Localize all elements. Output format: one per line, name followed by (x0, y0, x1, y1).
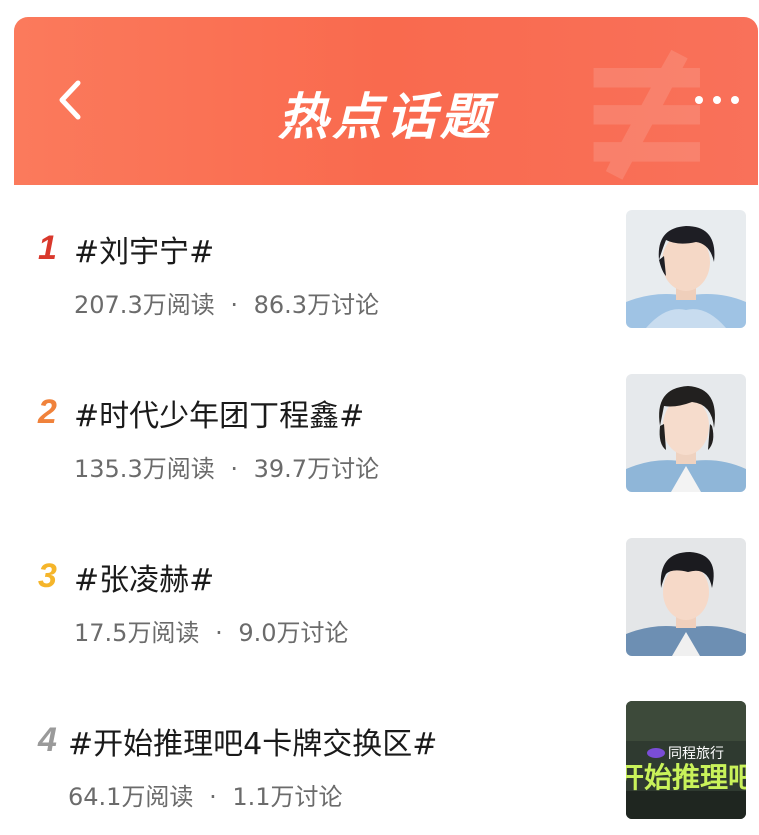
read-count: 64.1万阅读 (68, 783, 194, 811)
page-title: 热点话题 (278, 88, 494, 146)
more-horizontal-icon (695, 96, 739, 104)
topic-stats: 17.5万阅读 · 9.0万讨论 (74, 613, 349, 648)
topic-thumbnail[interactable] (626, 374, 746, 492)
topic-row[interactable]: 1 #刘宇宁# 207.3万阅读 · 86.3万讨论 (0, 185, 759, 349)
topic-title[interactable]: #刘宇宁# (74, 227, 214, 271)
topic-title[interactable]: #开始推理吧4卡牌交换区# (68, 719, 437, 763)
read-count: 207.3万阅读 (74, 291, 215, 319)
topic-title[interactable]: #时代少年团丁程鑫# (74, 391, 364, 435)
promo-title-text: 开始推理吧 (626, 761, 746, 794)
promo-brand-text: 同程旅行 (668, 746, 724, 762)
rank-number: 2 (38, 393, 57, 431)
topic-stats: 207.3万阅读 · 86.3万讨论 (74, 285, 379, 320)
brand-logo-icon (647, 748, 665, 758)
rank-number: 1 (38, 229, 57, 267)
stats-separator: · (230, 291, 238, 319)
topic-stats: 135.3万阅读 · 39.7万讨论 (74, 449, 379, 484)
topic-row[interactable]: 2 #时代少年团丁程鑫# 135.3万阅读 · 39.7万讨论 (0, 349, 759, 513)
more-button[interactable] (690, 85, 744, 115)
portrait-image (626, 538, 746, 656)
discussion-count: 9.0万讨论 (238, 619, 349, 647)
hot-topics-header: ≢ 热点话题 (14, 17, 758, 185)
topic-row[interactable]: 3 #张凌赫# 17.5万阅读 · 9.0万讨论 (0, 513, 759, 677)
promo-thumbnail[interactable]: 同程旅行 开始推理吧 (626, 701, 746, 819)
discussion-count: 1.1万讨论 (232, 783, 343, 811)
discussion-count: 86.3万讨论 (253, 291, 380, 319)
stats-separator: · (209, 783, 217, 811)
topic-row[interactable]: 4 #开始推理吧4卡牌交换区# 64.1万阅读 · 1.1万讨论 同程旅行 开始… (0, 677, 759, 835)
rank-number: 4 (38, 721, 57, 759)
portrait-image (626, 210, 746, 328)
portrait-image (626, 374, 746, 492)
topic-title[interactable]: #张凌赫# (74, 555, 214, 599)
topic-thumbnail[interactable] (626, 210, 746, 328)
stats-separator: · (215, 619, 223, 647)
read-count: 17.5万阅读 (74, 619, 200, 647)
rank-number: 3 (38, 557, 57, 595)
discussion-count: 39.7万讨论 (253, 455, 380, 483)
read-count: 135.3万阅读 (74, 455, 215, 483)
topic-thumbnail[interactable] (626, 538, 746, 656)
promo-image: 同程旅行 开始推理吧 (626, 701, 746, 819)
stats-separator: · (230, 455, 238, 483)
topic-stats: 64.1万阅读 · 1.1万讨论 (68, 777, 343, 812)
